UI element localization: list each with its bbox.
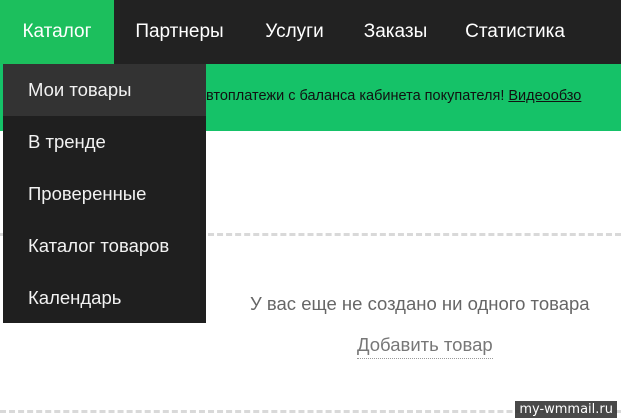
catalog-dropdown-menu: Мои товары В тренде Проверенные Каталог …	[3, 64, 206, 323]
menu-item-my-products[interactable]: Мои товары	[3, 64, 206, 116]
menu-item-product-catalog[interactable]: Каталог товаров	[3, 220, 206, 272]
nav-item-statistics[interactable]: Статистика	[447, 0, 583, 64]
banner-text-wrap: втоплатежи с баланса кабинета покупателя…	[206, 88, 581, 104]
watermark: my-wmmail.ru	[515, 401, 617, 418]
menu-item-trending[interactable]: В тренде	[3, 116, 206, 168]
nav-item-catalog[interactable]: Каталог	[0, 0, 114, 64]
nav-item-orders[interactable]: Заказы	[344, 0, 447, 64]
banner-video-link[interactable]: Видеообзо	[508, 88, 581, 104]
menu-item-verified[interactable]: Проверенные	[3, 168, 206, 220]
empty-state-message: У вас еще не создано ни одного товара	[250, 293, 590, 314]
menu-item-calendar[interactable]: Календарь	[3, 272, 206, 324]
add-product-link[interactable]: Добавить товар	[357, 334, 493, 359]
nav-item-services[interactable]: Услуги	[245, 0, 344, 64]
nav-item-partners[interactable]: Партнеры	[114, 0, 245, 64]
banner-text: втоплатежи с баланса кабинета покупателя…	[206, 88, 509, 104]
top-navigation: Каталог Партнеры Услуги Заказы Статистик…	[0, 0, 621, 64]
